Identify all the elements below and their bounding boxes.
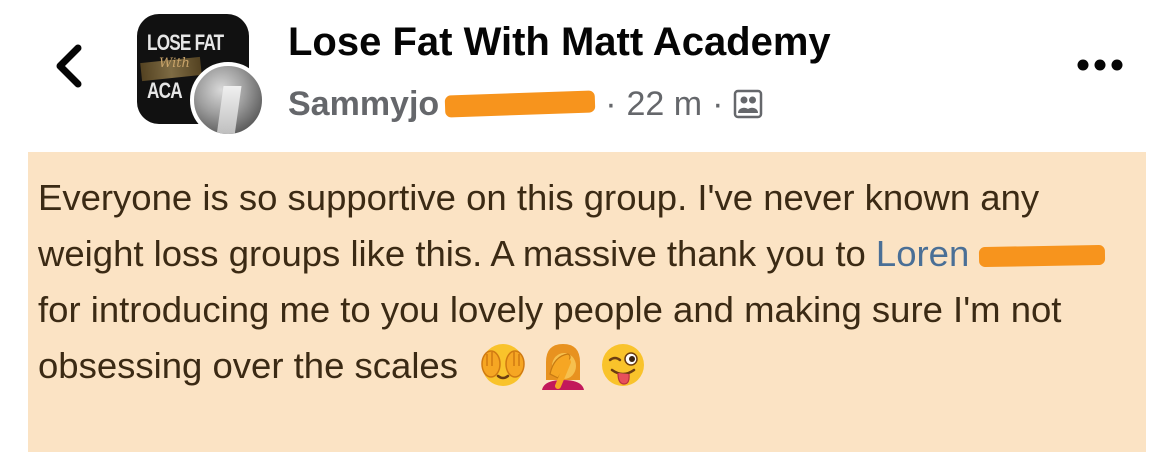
group-logo-script: With	[159, 56, 190, 71]
avatar-photo-road	[216, 86, 242, 134]
post-text: Everyone is so supportive on this group.…	[38, 170, 1136, 394]
mention-link[interactable]: Loren	[876, 233, 969, 274]
group-members-icon	[733, 89, 763, 119]
more-options-button[interactable]	[1070, 50, 1130, 80]
author-avatar[interactable]	[190, 62, 266, 138]
group-name-link[interactable]: Lose Fat With Matt Academy	[288, 18, 831, 66]
meta-separator: ·	[605, 84, 617, 123]
back-button[interactable]	[44, 38, 100, 94]
post-body: Everyone is so supportive on this group.…	[28, 152, 1146, 452]
meta-separator: ·	[712, 84, 724, 123]
post-meta-row: Sammyjo · 22 m ·	[288, 82, 763, 126]
author-name-link[interactable]: Sammyjo	[288, 85, 439, 124]
chevron-left-icon	[56, 44, 82, 88]
redaction-mark	[444, 90, 596, 118]
person-facepalming-emoji	[542, 344, 585, 390]
face-with-hand-over-eyes-emoji	[481, 344, 526, 386]
post-timestamp[interactable]: 22 m	[627, 85, 703, 124]
more-horizontal-icon	[1077, 59, 1123, 71]
facebook-group-post: LOSE FAT ACA With Lose Fat With Matt Aca…	[0, 0, 1170, 452]
redaction-mark	[979, 245, 1106, 268]
winking-face-with-tongue-emoji	[602, 344, 645, 386]
